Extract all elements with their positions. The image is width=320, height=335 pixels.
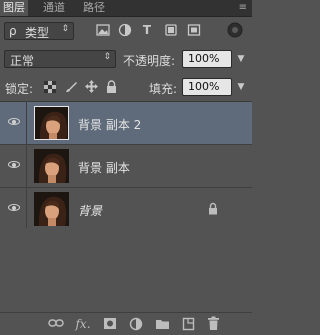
- new-layer-icon[interactable]: [182, 317, 195, 331]
- filter-kind-select[interactable]: ρ 类型 ⇕: [4, 22, 74, 40]
- layer-thumbnail: [34, 149, 69, 183]
- lock-transparent-pixels-icon[interactable]: [44, 81, 56, 93]
- visibility-toggle[interactable]: [0, 102, 27, 144]
- adjustment-filter-icon[interactable]: [118, 23, 132, 37]
- fill-field[interactable]: 100%: [182, 78, 232, 96]
- select-arrows-icon: ⇕: [61, 24, 69, 34]
- lock-all-icon[interactable]: [106, 80, 117, 93]
- shape-filter-icon[interactable]: [164, 23, 178, 37]
- visibility-toggle[interactable]: [0, 145, 27, 187]
- chevron-down-icon[interactable]: ▼: [235, 52, 247, 66]
- visibility-toggle[interactable]: [0, 188, 27, 230]
- opacity-value: 100%: [188, 52, 220, 65]
- filter-kind-label: 类型: [25, 26, 50, 40]
- opacity-label: 不透明度:: [123, 54, 176, 68]
- image-filter-icon[interactable]: [96, 24, 110, 36]
- layer-thumbnail: [34, 192, 69, 226]
- blend-mode-value: 正常: [10, 54, 35, 68]
- smart-object-filter-icon[interactable]: [187, 23, 201, 37]
- filter-toggle-icon[interactable]: [226, 21, 244, 39]
- layer-row[interactable]: 背景 副本 2: [0, 102, 252, 145]
- tab-paths[interactable]: 路径: [80, 0, 108, 16]
- lock-image-pixels-icon[interactable]: [64, 80, 78, 94]
- new-group-icon[interactable]: [155, 317, 170, 330]
- layer-name[interactable]: 背景 副本 2: [78, 116, 141, 133]
- add-mask-icon[interactable]: [103, 317, 117, 330]
- eye-icon: [8, 161, 20, 168]
- layer-name[interactable]: 背景 副本: [78, 159, 130, 176]
- link-layers-icon[interactable]: [48, 318, 64, 328]
- panel-menu-icon[interactable]: ≡: [239, 2, 247, 13]
- fill-label: 填充:: [149, 82, 178, 96]
- type-filter-icon[interactable]: T: [141, 23, 153, 37]
- layer-row[interactable]: 背景 副本: [0, 145, 252, 188]
- fill-value: 100%: [188, 80, 220, 93]
- tab-layers[interactable]: 图层: [0, 0, 28, 16]
- blend-mode-select[interactable]: 正常 ⇕: [4, 50, 116, 68]
- layers-empty-area: [0, 228, 252, 313]
- panel-tab-bar: 图层 通道 路径 ≡: [0, 0, 252, 17]
- layer-name[interactable]: 背景: [78, 202, 102, 219]
- tab-channels[interactable]: 通道: [40, 0, 68, 16]
- layers-bottom-toolbar: fx.: [0, 312, 252, 335]
- lock-icon[interactable]: [208, 202, 218, 215]
- adjustment-layer-icon[interactable]: [129, 317, 143, 331]
- opacity-field[interactable]: 100%: [182, 50, 232, 68]
- eye-icon: [8, 118, 20, 125]
- trash-icon[interactable]: [207, 316, 220, 331]
- eye-icon: [8, 204, 20, 211]
- layer-row[interactable]: 背景: [0, 188, 252, 231]
- lock-position-icon[interactable]: [84, 79, 99, 94]
- fx-icon[interactable]: fx.: [74, 317, 92, 331]
- chevron-down-icon[interactable]: ▼: [235, 80, 247, 94]
- lock-label: 锁定:: [5, 82, 34, 96]
- layer-thumbnail: [34, 106, 69, 140]
- search-icon: ρ: [9, 24, 17, 38]
- select-arrows-icon: ⇕: [103, 52, 111, 62]
